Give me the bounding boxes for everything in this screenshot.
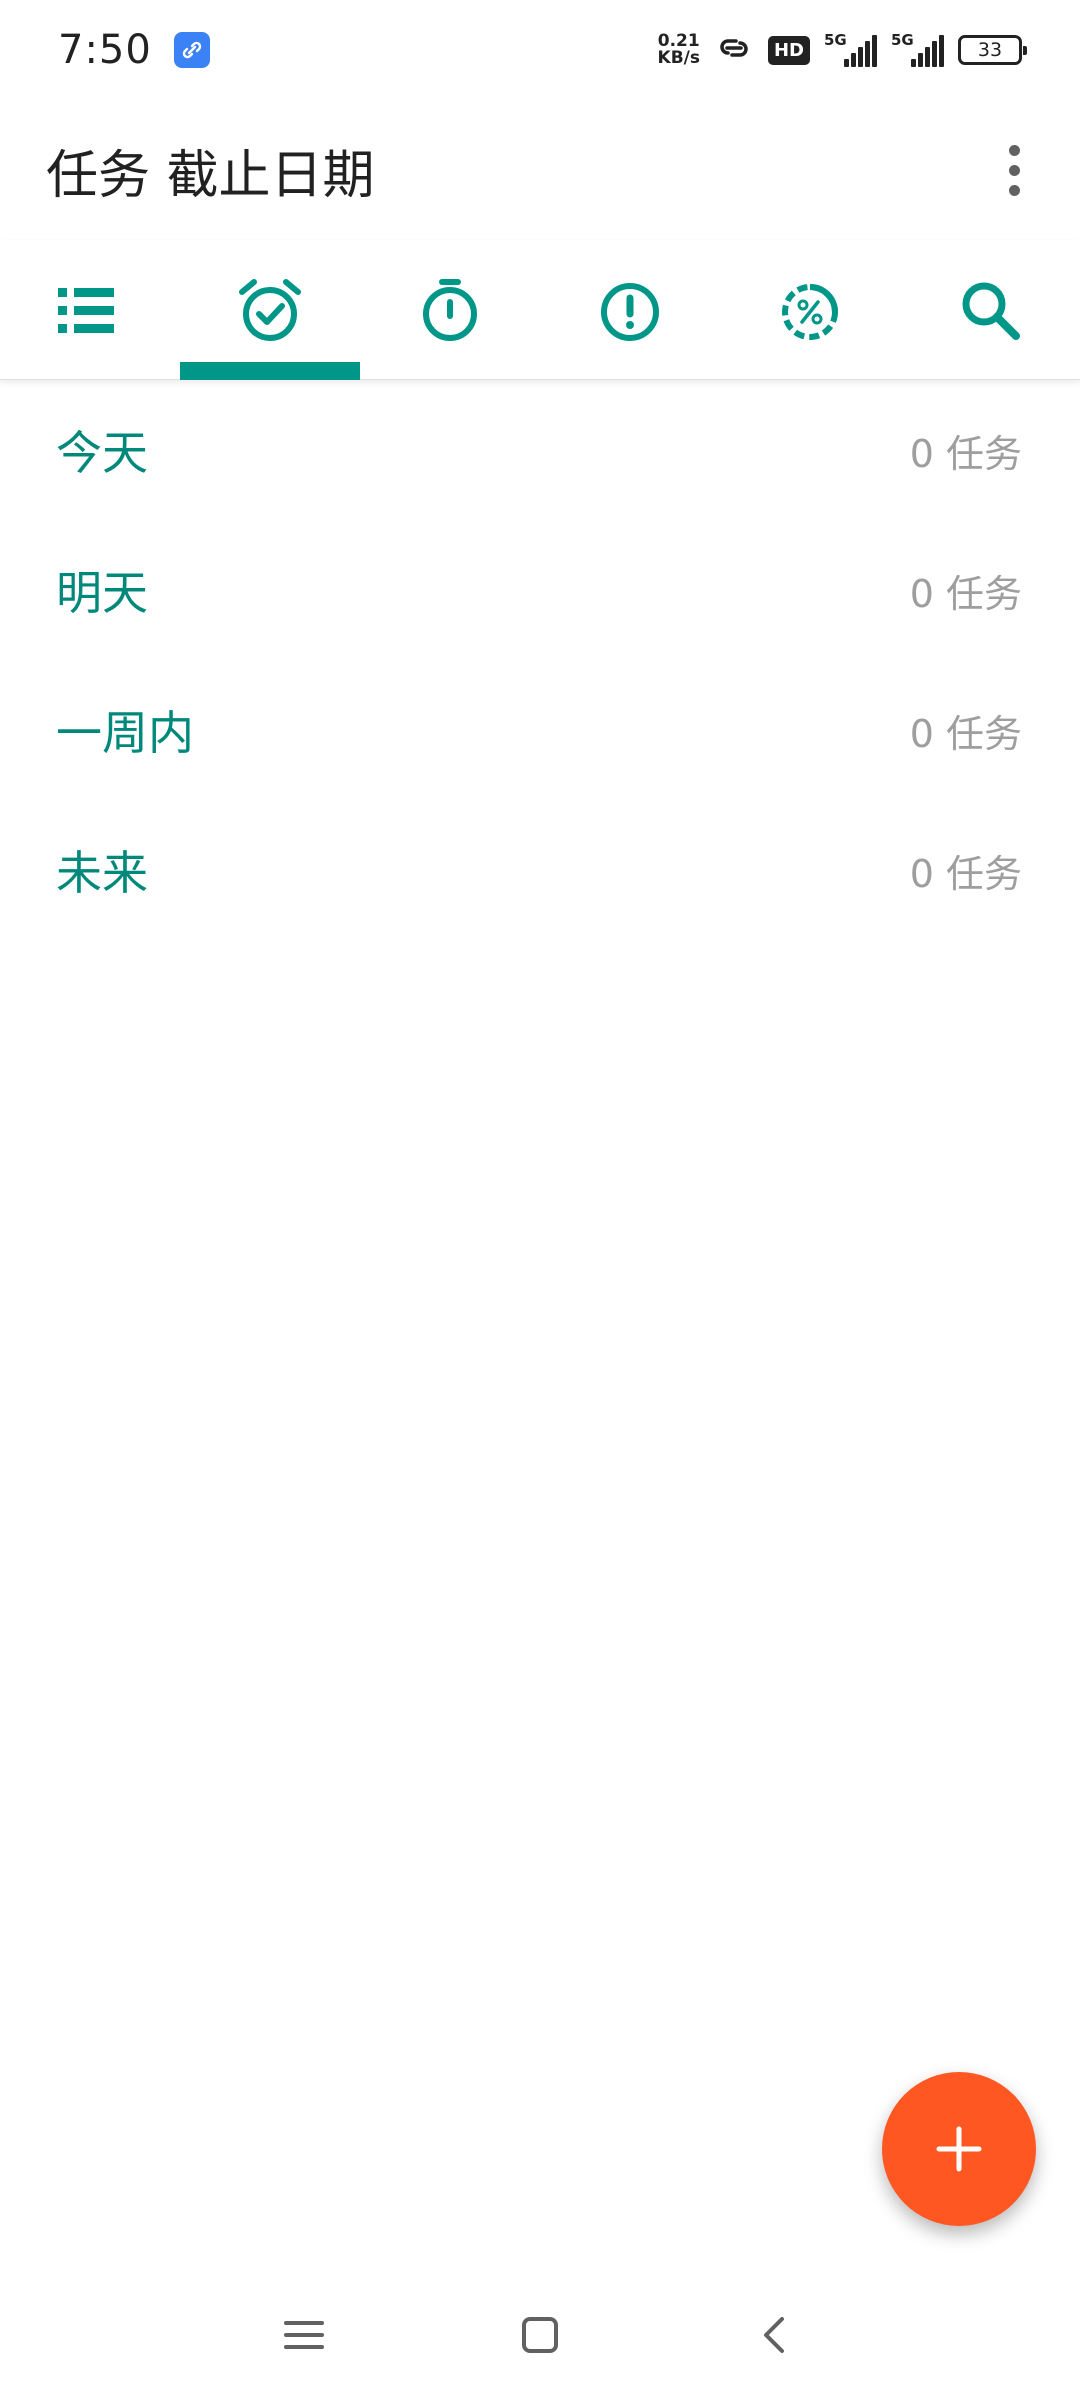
nav-home-button[interactable]: [512, 2307, 568, 2363]
tab-all-tasks[interactable]: [0, 240, 180, 380]
tab-deadline[interactable]: [180, 240, 360, 380]
nav-recents-button[interactable]: [276, 2307, 332, 2363]
list-item-future[interactable]: 未来 0 任务: [0, 800, 1080, 940]
task-count: 0 任务: [909, 571, 1022, 616]
tab-search[interactable]: [900, 240, 1080, 380]
task-count: 0 任务: [909, 851, 1022, 896]
tab-priority[interactable]: [540, 240, 720, 380]
progress-percent-icon: [782, 284, 838, 340]
group-label: 一周内: [56, 706, 194, 760]
search-icon: [962, 282, 1020, 340]
list-item-tomorrow[interactable]: 明天 0 任务: [0, 520, 1080, 660]
network-speed: 0.21 KB/s: [657, 31, 700, 68]
tab-bar: [0, 240, 1080, 380]
menu-icon: [284, 2321, 324, 2349]
tab-progress[interactable]: [720, 240, 900, 380]
add-icon: [936, 2126, 982, 2172]
app-bar: 任务 截止日期: [0, 100, 1080, 240]
group-label: 明天: [56, 566, 148, 620]
system-nav-bar: [0, 2270, 1080, 2400]
home-icon: [522, 2317, 558, 2353]
back-icon: [764, 2317, 784, 2353]
group-label: 未来: [56, 846, 148, 900]
screen: 7:50 0.21 KB/s HD 5G 5G 33 任务 截止日期 今天 0 …: [0, 0, 1080, 2400]
link-icon: [714, 33, 754, 67]
add-task-button[interactable]: [882, 2072, 1036, 2226]
selected-tab-indicator: [180, 362, 360, 380]
signal-strength-icon-2: 5G: [891, 31, 944, 67]
priority-icon: [601, 283, 659, 341]
status-bar: 7:50 0.21 KB/s HD 5G 5G 33: [0, 0, 1080, 100]
battery-icon: 33: [958, 35, 1027, 65]
tab-timer[interactable]: [360, 240, 540, 380]
group-label: 今天: [56, 426, 148, 480]
list-item-today[interactable]: 今天 0 任务: [0, 380, 1080, 520]
nav-back-button[interactable]: [748, 2307, 804, 2363]
stopwatch-icon: [423, 279, 477, 341]
status-indicators: 0.21 KB/s HD 5G 5G 33: [657, 31, 1027, 68]
more-vert-icon[interactable]: [994, 125, 1034, 215]
list-item-this-week[interactable]: 一周内 0 任务: [0, 660, 1080, 800]
page-title: 任务 截止日期: [46, 145, 375, 206]
link-app-icon: [173, 32, 210, 68]
deadline-group-list: 今天 0 任务 明天 0 任务 一周内 0 任务 未来 0 任务: [0, 380, 1080, 940]
task-count: 0 任务: [909, 431, 1022, 476]
status-time: 7:50: [58, 27, 152, 73]
signal-strength-icon: 5G: [824, 31, 877, 67]
hd-voice-badge: HD: [767, 35, 810, 65]
list-icon: [58, 288, 114, 333]
alarm-check-icon: [239, 279, 301, 341]
task-count: 0 任务: [909, 711, 1022, 756]
